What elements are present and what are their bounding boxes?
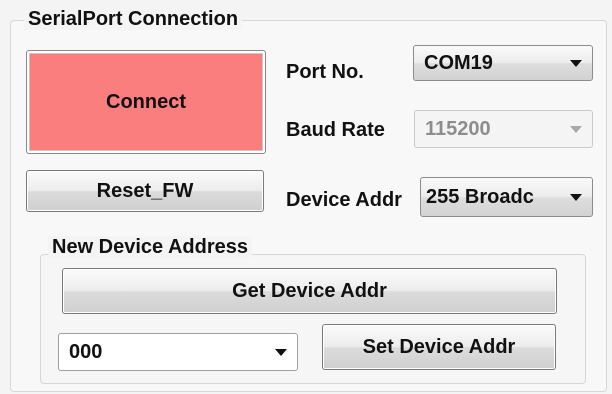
- reset-fw-button[interactable]: Reset_FW: [26, 170, 264, 212]
- port-no-value: COM19: [424, 51, 493, 74]
- new-device-address-title: New Device Address: [48, 236, 253, 258]
- chevron-down-icon: [275, 349, 287, 356]
- device-addr-select[interactable]: 255 Broadc: [420, 177, 593, 217]
- reset-fw-button-label: Reset_FW: [96, 179, 194, 202]
- device-addr-value: 255 Broadc: [426, 185, 534, 208]
- new-address-value: 000: [69, 340, 103, 363]
- connect-button-label: Connect: [106, 90, 186, 113]
- set-device-addr-button[interactable]: Set Device Addr: [322, 324, 556, 370]
- chevron-down-icon: [570, 60, 582, 67]
- port-no-select[interactable]: COM19: [413, 45, 593, 81]
- get-device-addr-button[interactable]: Get Device Addr: [62, 268, 557, 314]
- chevron-down-icon: [570, 126, 582, 133]
- serialport-connection-title: SerialPort Connection: [24, 8, 243, 30]
- connect-button[interactable]: Connect: [26, 50, 266, 154]
- device-addr-label: Device Addr: [286, 189, 402, 211]
- chevron-down-icon: [570, 194, 582, 201]
- get-device-addr-label: Get Device Addr: [232, 279, 387, 302]
- set-device-addr-label: Set Device Addr: [362, 335, 516, 358]
- new-address-select[interactable]: 000: [58, 333, 298, 371]
- baud-rate-select[interactable]: 115200: [414, 110, 593, 148]
- port-no-label: Port No.: [286, 61, 364, 83]
- baud-rate-label: Baud Rate: [286, 119, 385, 141]
- baud-rate-value: 115200: [425, 117, 491, 140]
